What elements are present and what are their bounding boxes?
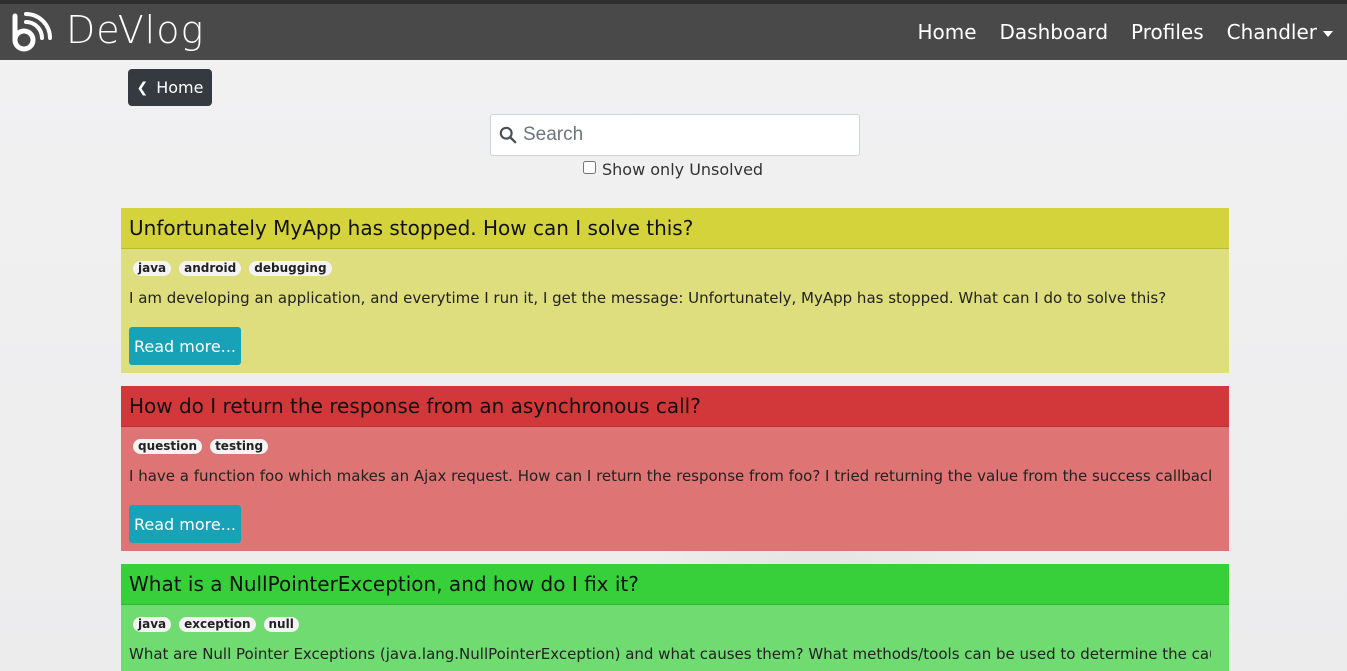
back-home-button[interactable]: ❮ Home	[128, 69, 212, 106]
question-title[interactable]: How do I return the response from an asy…	[121, 386, 1229, 427]
search-input[interactable]	[523, 116, 843, 154]
tag[interactable]: java	[133, 261, 172, 276]
tag[interactable]: java	[133, 617, 172, 632]
tag-list: question testing	[121, 439, 1229, 454]
question-title[interactable]: What is a NullPointerException, and how …	[121, 564, 1229, 605]
tag[interactable]: question	[133, 439, 203, 454]
user-name: Chandler	[1226, 20, 1317, 44]
back-home-label: Home	[156, 78, 204, 97]
tag[interactable]: null	[263, 617, 299, 632]
nav-links: Home Dashboard Profiles Chandler	[894, 20, 1333, 44]
unsolved-label: Show only Unsolved	[602, 160, 764, 179]
chevron-left-icon: ❮	[136, 79, 149, 96]
brand[interactable]: DeVlog	[10, 8, 205, 54]
search-box	[490, 114, 860, 156]
tag[interactable]: android	[179, 261, 242, 276]
tag[interactable]: exception	[179, 617, 256, 632]
question-title[interactable]: Unfortunately MyApp has stopped. How can…	[121, 208, 1229, 249]
nav-profiles[interactable]: Profiles	[1131, 20, 1204, 44]
question-card: How do I return the response from an asy…	[121, 386, 1229, 551]
nav-dashboard[interactable]: Dashboard	[1000, 20, 1109, 44]
navbar: DeVlog Home Dashboard Profiles Chandler	[0, 0, 1347, 60]
nav-home[interactable]: Home	[917, 20, 976, 44]
question-excerpt: I have a function foo which makes an Aja…	[129, 467, 1211, 485]
unsolved-filter[interactable]: Show only Unsolved	[583, 160, 763, 179]
search-icon	[499, 126, 517, 144]
unsolved-checkbox[interactable]	[583, 161, 596, 174]
tag-list: java exception null	[121, 617, 1229, 632]
question-card: What is a NullPointerException, and how …	[121, 564, 1229, 671]
tag-list: java android debugging	[121, 261, 1229, 276]
read-more-button[interactable]: Read more...	[129, 505, 241, 543]
read-more-button[interactable]: Read more...	[129, 327, 241, 365]
tag[interactable]: testing	[210, 439, 269, 454]
caret-down-icon	[1323, 30, 1333, 37]
tag[interactable]: debugging	[249, 261, 332, 276]
question-card: Unfortunately MyApp has stopped. How can…	[121, 208, 1229, 373]
brand-name: DeVlog	[66, 8, 205, 52]
question-excerpt: I am developing an application, and ever…	[129, 289, 1167, 307]
question-excerpt: What are Null Pointer Exceptions (java.l…	[129, 645, 1211, 663]
brand-logo-icon	[12, 12, 52, 52]
user-dropdown[interactable]: Chandler	[1227, 20, 1333, 44]
